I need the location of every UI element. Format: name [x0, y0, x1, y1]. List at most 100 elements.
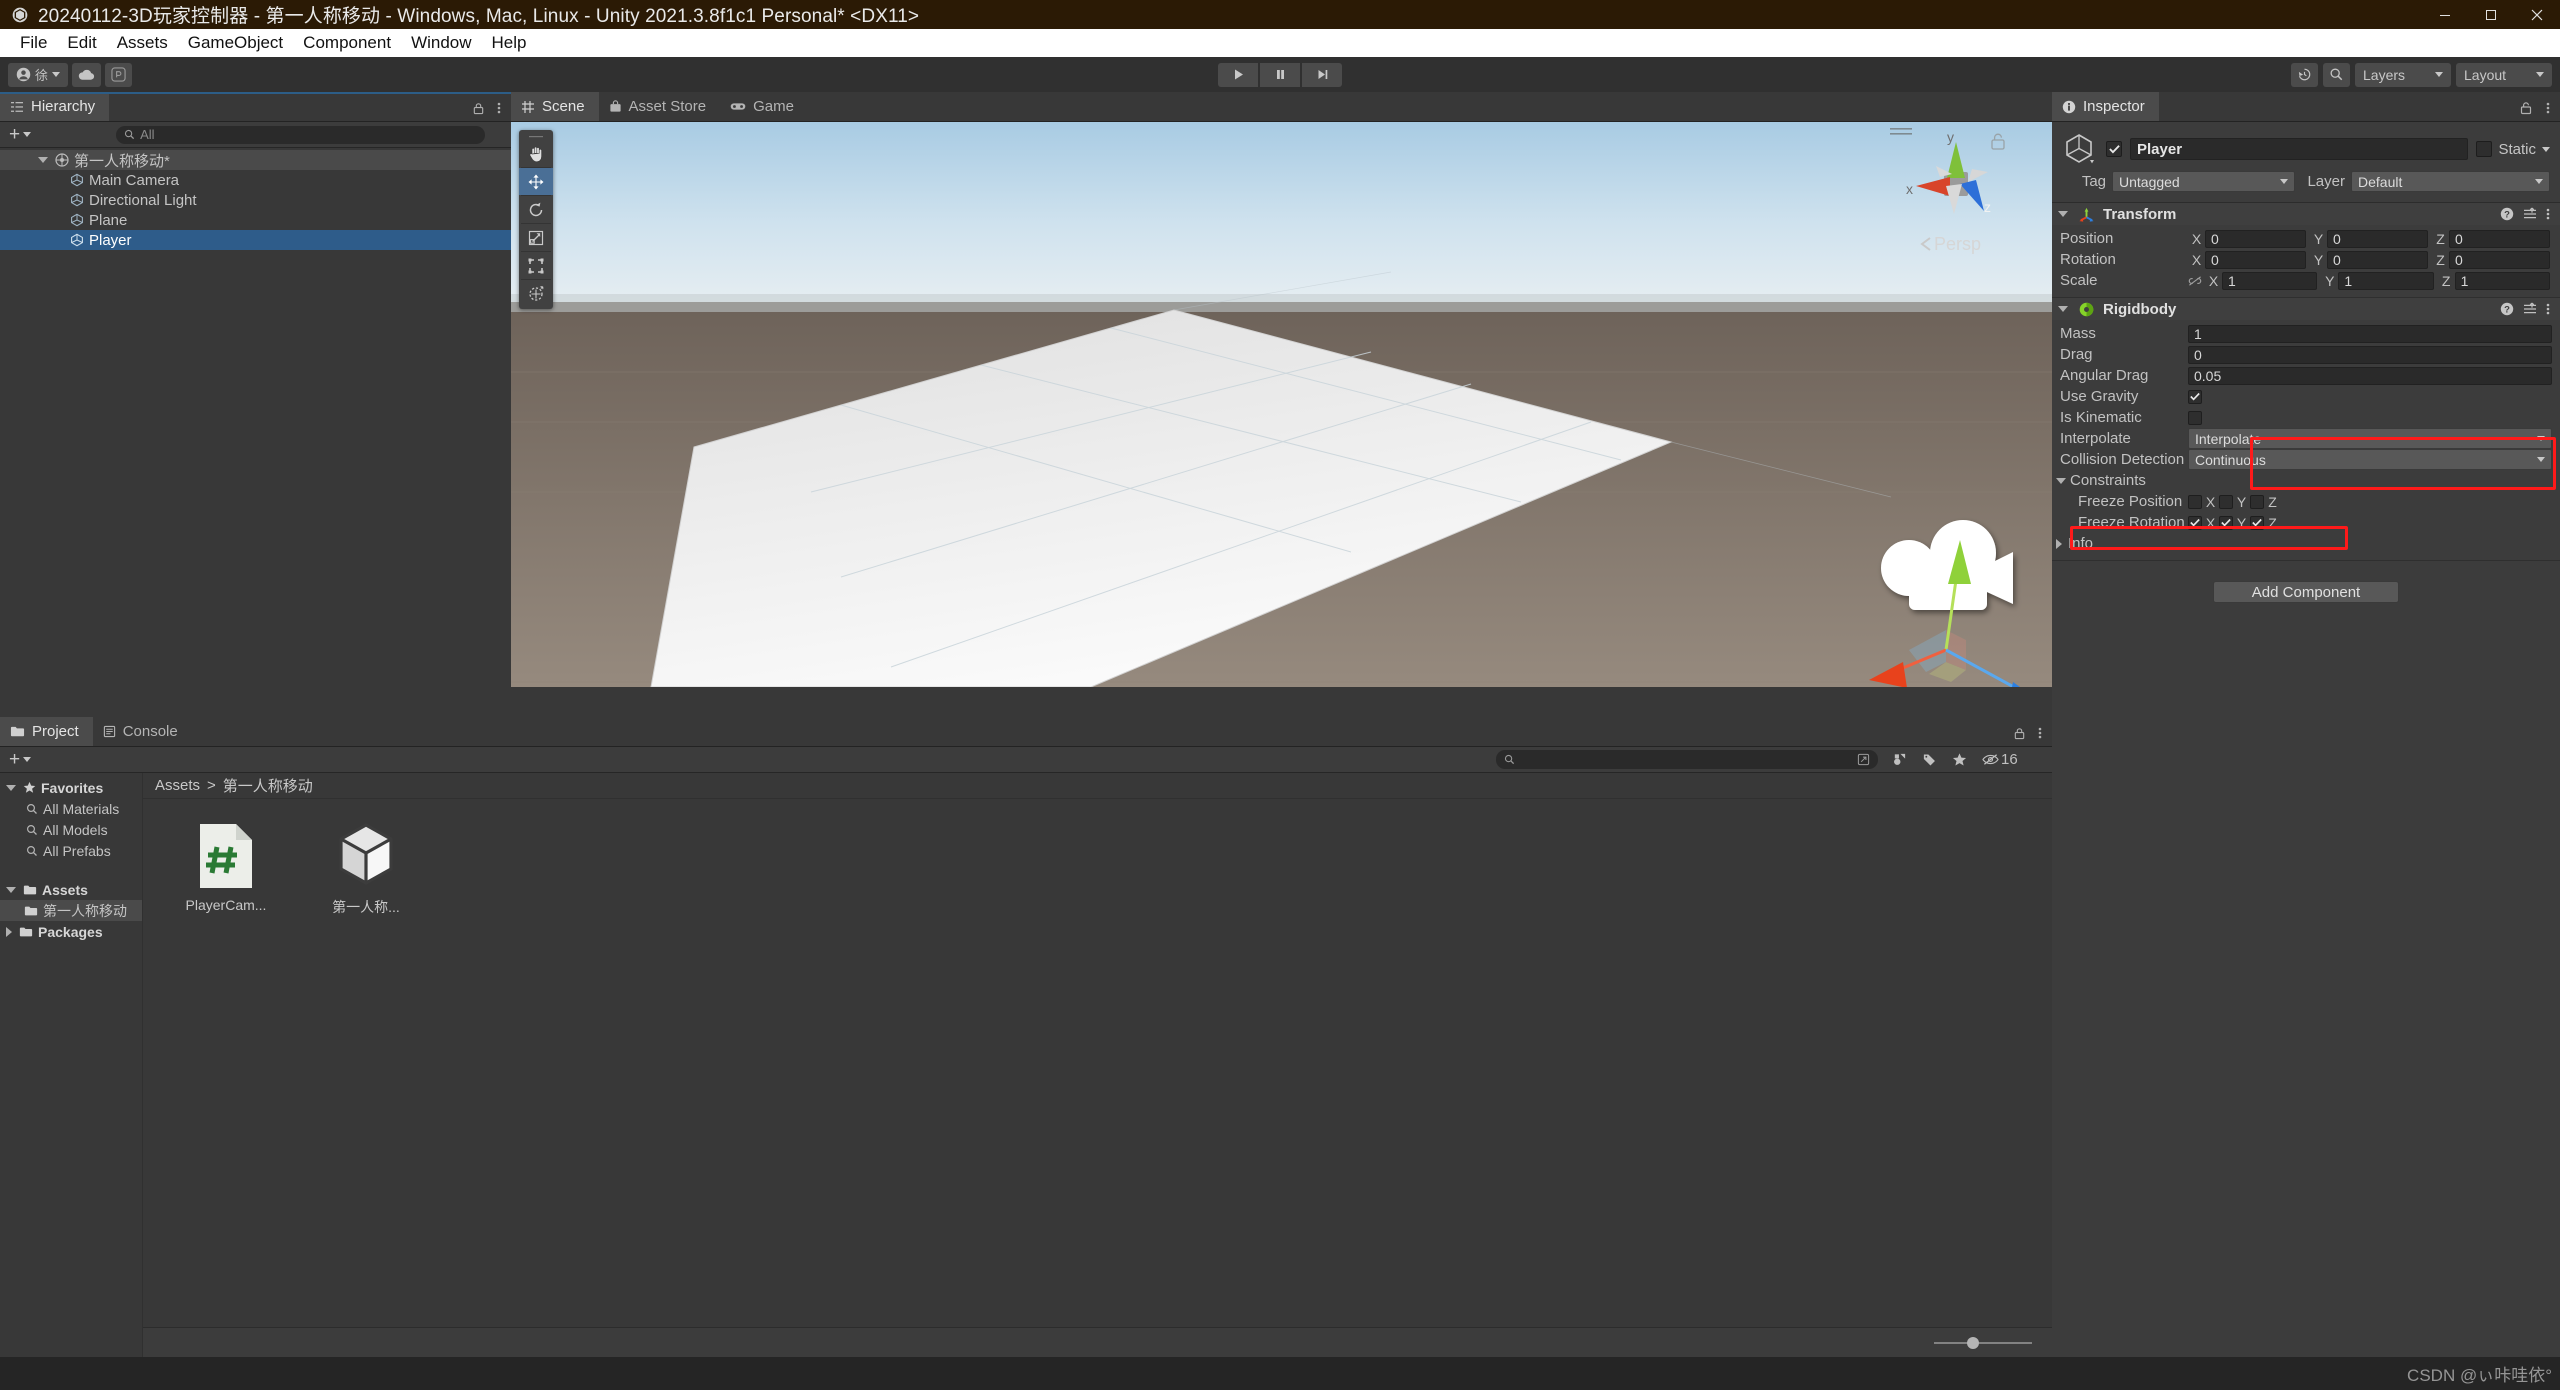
info-row[interactable]: Info	[2052, 533, 2560, 554]
hierarchy-item-scene[interactable]: 第一人称移动*	[0, 150, 511, 170]
search-expand-icon[interactable]	[1857, 753, 1870, 766]
project-search-input[interactable]	[1496, 750, 1878, 769]
freeze-position-x-checkbox[interactable]	[2188, 494, 2202, 509]
transform-header[interactable]: Transform ?	[2052, 203, 2560, 225]
maximize-button[interactable]	[2468, 0, 2514, 29]
menu-file[interactable]: File	[10, 30, 57, 56]
rect-tool-button[interactable]	[519, 252, 553, 279]
rigidbody-header[interactable]: Rigidbody ?	[2052, 298, 2560, 320]
freeze-rotation-x-checkbox[interactable]	[2188, 515, 2202, 530]
scale-x-field[interactable]: 1	[2222, 271, 2318, 290]
pause-button[interactable]	[1260, 62, 1300, 87]
layers-dropdown[interactable]: Layers	[2355, 62, 2451, 87]
static-toggle-group[interactable]: Static	[2476, 141, 2550, 158]
chevron-down-icon[interactable]	[6, 886, 16, 893]
hierarchy-item-plane[interactable]: Plane	[0, 210, 511, 230]
rotate-tool-button[interactable]	[519, 196, 553, 223]
scene-axis-gizmo[interactable]: y x z Persp	[1884, 124, 2034, 259]
hand-tool-button[interactable]	[519, 140, 553, 167]
scale-z-field[interactable]: 1	[2454, 271, 2550, 290]
collab-button[interactable]	[105, 62, 133, 87]
component-menu-icon[interactable]	[2546, 302, 2550, 316]
interpolate-dropdown[interactable]: Interpolate	[2188, 428, 2552, 449]
project-hidden-count[interactable]: 16	[1982, 751, 2018, 768]
asset-item-playercam[interactable]: PlayerCam...	[171, 821, 281, 917]
tab-hierarchy[interactable]: Hierarchy	[0, 92, 110, 121]
toolbar-search-button[interactable]	[2323, 62, 2350, 87]
minimize-button[interactable]	[2422, 0, 2468, 29]
chevron-down-icon[interactable]	[2056, 477, 2066, 484]
position-x-field[interactable]: 0	[2205, 229, 2306, 248]
hierarchy-item-main-camera[interactable]: Main Camera	[0, 170, 511, 190]
undo-history-button[interactable]	[2291, 62, 2318, 87]
freeze-position-z-checkbox[interactable]	[2250, 494, 2264, 509]
project-tree-all-materials[interactable]: All Materials	[0, 798, 142, 819]
project-tree-folder-first-person[interactable]: 第一人称移动	[0, 900, 142, 921]
tab-project[interactable]: Project	[0, 717, 93, 746]
chevron-down-icon[interactable]	[2058, 306, 2068, 312]
collision-detection-dropdown[interactable]: Continuous	[2188, 449, 2552, 470]
step-button[interactable]	[1302, 62, 1342, 87]
object-name-field[interactable]: Player	[2130, 138, 2469, 160]
scale-link-off-icon[interactable]	[2188, 275, 2202, 287]
play-button[interactable]	[1218, 62, 1258, 87]
use-gravity-checkbox[interactable]	[2188, 389, 2202, 404]
hierarchy-add-button[interactable]: +	[6, 124, 34, 146]
layer-dropdown[interactable]: Default	[2351, 171, 2550, 192]
scale-y-field[interactable]: 1	[2338, 271, 2434, 290]
project-tree-all-models[interactable]: All Models	[0, 819, 142, 840]
object-enabled-checkbox[interactable]	[2106, 141, 2122, 157]
help-icon[interactable]: ?	[2500, 207, 2514, 221]
chevron-down-icon[interactable]	[38, 157, 48, 163]
add-component-button[interactable]: Add Component	[2213, 581, 2399, 603]
tab-console[interactable]: Console	[93, 717, 192, 746]
scale-tool-button[interactable]	[519, 224, 553, 251]
hierarchy-menu-icon[interactable]	[497, 101, 501, 115]
asset-zoom-slider[interactable]	[1928, 1335, 2038, 1351]
freeze-position-y-checkbox[interactable]	[2219, 494, 2233, 509]
cloud-button[interactable]	[72, 62, 102, 87]
inspector-menu-icon[interactable]	[2546, 101, 2550, 115]
freeze-rotation-z-checkbox[interactable]	[2250, 515, 2264, 530]
is-kinematic-checkbox[interactable]	[2188, 410, 2202, 425]
project-lock-icon[interactable]	[2013, 727, 2026, 740]
preset-icon[interactable]	[2523, 302, 2537, 316]
chevron-right-icon[interactable]	[2056, 538, 2062, 549]
component-menu-icon[interactable]	[2546, 207, 2550, 221]
project-tree-all-prefabs[interactable]: All Prefabs	[0, 840, 142, 861]
tool-palette-handle[interactable]	[519, 132, 553, 140]
layout-dropdown[interactable]: Layout	[2456, 62, 2552, 87]
move-tool-button[interactable]	[519, 168, 553, 195]
hierarchy-lock-icon[interactable]	[472, 102, 485, 115]
chevron-right-icon[interactable]	[6, 926, 12, 937]
close-button[interactable]	[2514, 0, 2560, 29]
chevron-down-icon[interactable]	[2058, 211, 2068, 217]
asset-item-prefab[interactable]: 第一人称...	[311, 821, 421, 917]
rotation-y-field[interactable]: 0	[2327, 250, 2428, 269]
breadcrumb-folder[interactable]: 第一人称移动	[223, 775, 313, 796]
chevron-down-icon[interactable]	[6, 784, 16, 791]
chevron-down-icon[interactable]	[2542, 146, 2550, 152]
tag-dropdown[interactable]: Untagged	[2112, 171, 2295, 192]
drag-field[interactable]: 0	[2188, 345, 2552, 364]
menu-help[interactable]: Help	[482, 30, 537, 56]
menu-edit[interactable]: Edit	[57, 30, 106, 56]
account-button[interactable]: 徐	[8, 62, 69, 87]
help-icon[interactable]: ?	[2500, 302, 2514, 316]
project-menu-icon[interactable]	[2038, 726, 2042, 740]
preset-icon[interactable]	[2523, 207, 2537, 221]
menu-window[interactable]: Window	[401, 30, 481, 56]
project-tree-assets[interactable]: Assets	[0, 879, 142, 900]
menu-gameobject[interactable]: GameObject	[178, 30, 293, 56]
mass-field[interactable]: 1	[2188, 324, 2552, 343]
freeze-rotation-y-checkbox[interactable]	[2219, 515, 2233, 530]
static-checkbox[interactable]	[2476, 141, 2493, 157]
position-z-field[interactable]: 0	[2449, 229, 2550, 248]
project-tree-packages[interactable]: Packages	[0, 921, 142, 942]
tab-asset-store[interactable]: Asset Store	[599, 92, 721, 121]
project-add-button[interactable]: +	[6, 749, 34, 771]
project-favorites-button[interactable]	[1944, 752, 1974, 767]
position-y-field[interactable]: 0	[2327, 229, 2428, 248]
project-filter-type-button[interactable]	[1884, 752, 1914, 767]
tab-game[interactable]: Game	[720, 92, 808, 121]
